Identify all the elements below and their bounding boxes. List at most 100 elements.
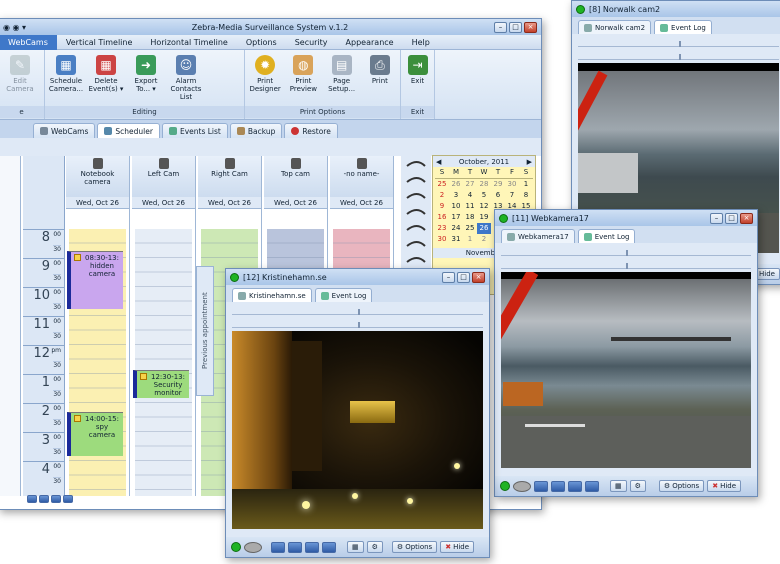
- kristinehamn-title-bar[interactable]: [12] Kristinehamn.se – □ ×: [226, 269, 489, 285]
- calendar-day[interactable]: 5: [477, 190, 491, 201]
- calendar-day[interactable]: 1: [519, 179, 533, 190]
- options-button[interactable]: ⚙ Options: [658, 480, 705, 492]
- calendar-day[interactable]: 26: [477, 223, 491, 234]
- norwalk-slider[interactable]: [578, 37, 779, 47]
- calendar-day[interactable]: 12: [477, 201, 491, 212]
- camera-header[interactable]: Top cam: [264, 156, 327, 197]
- calendar-day[interactable]: 27: [463, 179, 477, 190]
- webkamera17-title-bar[interactable]: [11] Webkamera17 – □ ×: [495, 210, 757, 226]
- joystick-icon[interactable]: [513, 480, 531, 492]
- camera-header[interactable]: Left Cam: [132, 156, 195, 197]
- calendar-day[interactable]: 19: [477, 212, 491, 223]
- grid-icon[interactable]: ▦: [347, 541, 364, 553]
- calendar-day[interactable]: 16: [435, 212, 449, 223]
- event-appointment[interactable]: 14:00-15: spy camera: [67, 412, 123, 456]
- calendar-day[interactable]: 3: [449, 190, 463, 201]
- grid-icon[interactable]: ▦: [610, 480, 627, 492]
- hide-button[interactable]: ✖ Hide: [440, 541, 475, 553]
- calendar-day[interactable]: 25: [463, 223, 477, 234]
- maximize-button[interactable]: □: [457, 271, 470, 283]
- menu-options[interactable]: Options: [237, 38, 286, 47]
- alarm-contacts-button[interactable]: ☺ Alarm Contacts List: [168, 52, 204, 106]
- main-title-bar[interactable]: ◉ ◉ ▾ Zebra-Media Surveillance System v.…: [0, 19, 541, 35]
- settings-icon[interactable]: ⚙: [366, 541, 383, 553]
- tab-restore[interactable]: Restore: [284, 123, 338, 138]
- control-right-button[interactable]: [322, 541, 336, 553]
- control-pause-button[interactable]: [305, 541, 319, 553]
- calendar-day[interactable]: 2: [435, 190, 449, 201]
- minimize-button[interactable]: –: [710, 212, 723, 224]
- calendar-day[interactable]: 31: [449, 234, 463, 245]
- previous-appointment-tab[interactable]: Previous appointment: [196, 266, 214, 396]
- print-button[interactable]: ⎙ Print: [363, 52, 397, 106]
- calendar-day[interactable]: 17: [449, 212, 463, 223]
- event-appointment[interactable]: 08:30-13: hidden camera: [67, 251, 123, 309]
- calendar-day[interactable]: 30: [505, 179, 519, 190]
- joystick-icon[interactable]: [244, 541, 262, 553]
- nav-next-button[interactable]: [51, 495, 61, 503]
- day-body[interactable]: [135, 229, 192, 496]
- schedule-camera-button[interactable]: ▦ Schedule Camera...: [48, 52, 84, 106]
- close-button[interactable]: ×: [472, 271, 485, 283]
- print-preview-button[interactable]: ◍ Print Preview: [286, 52, 320, 106]
- calendar-day[interactable]: 4: [463, 190, 477, 201]
- tab-norwalk-cam[interactable]: Norwalk cam2: [578, 20, 652, 34]
- tab-webcams[interactable]: WebCams: [33, 123, 96, 138]
- control-play-button[interactable]: [288, 541, 302, 553]
- kristinehamn-slider[interactable]: [232, 305, 483, 315]
- tab-event-log[interactable]: Event Log: [654, 20, 712, 34]
- menu-webcams[interactable]: WebCams: [0, 34, 57, 50]
- camera-header[interactable]: Right Cam: [198, 156, 261, 197]
- calendar-day[interactable]: 25: [435, 179, 449, 190]
- edit-camera-button[interactable]: ✎ Edit Camera: [2, 52, 38, 106]
- settings-icon[interactable]: ⚙: [629, 480, 646, 492]
- control-right-button[interactable]: [585, 480, 599, 492]
- menu-horizontal-timeline[interactable]: Horizontal Timeline: [141, 38, 236, 47]
- export-button[interactable]: ➜ Export To... ▾: [128, 52, 164, 106]
- control-pause-button[interactable]: [568, 480, 582, 492]
- control-left-button[interactable]: [534, 480, 548, 492]
- camera-header[interactable]: -no name-: [330, 156, 393, 197]
- calendar-day[interactable]: 9: [435, 201, 449, 212]
- close-button[interactable]: ×: [524, 21, 537, 33]
- menu-security[interactable]: Security: [286, 38, 337, 47]
- delete-events-button[interactable]: ▦ Delete Event(s) ▾: [88, 52, 124, 106]
- calendar-day[interactable]: 24: [449, 223, 463, 234]
- tab-scheduler[interactable]: Scheduler: [97, 123, 160, 138]
- close-button[interactable]: ×: [740, 212, 753, 224]
- webkamera17-slider-2[interactable]: [501, 259, 751, 269]
- hide-button[interactable]: ✖ Hide: [707, 480, 742, 492]
- calendar-day[interactable]: 30: [435, 234, 449, 245]
- nav-last-button[interactable]: [63, 495, 73, 503]
- norwalk-slider-2[interactable]: [578, 50, 779, 60]
- calendar-day[interactable]: 6: [491, 190, 505, 201]
- tab-event-log[interactable]: Event Log: [577, 229, 636, 243]
- tab-backup[interactable]: Backup: [229, 123, 283, 138]
- menu-vertical-timeline[interactable]: Vertical Timeline: [57, 38, 142, 47]
- webkamera17-slider[interactable]: [501, 246, 751, 256]
- minimize-button[interactable]: –: [494, 21, 507, 33]
- norwalk-title-bar[interactable]: [8] Norwalk cam2: [572, 1, 780, 17]
- calendar-day[interactable]: 23: [435, 223, 449, 234]
- calendar-day[interactable]: 26: [449, 179, 463, 190]
- calendar-day[interactable]: 18: [463, 212, 477, 223]
- menu-help[interactable]: Help: [403, 38, 439, 47]
- maximize-button[interactable]: □: [725, 212, 738, 224]
- page-setup-button[interactable]: ▤ Page Setup...: [325, 52, 359, 106]
- tab-webkamera17[interactable]: Webkamera17: [501, 229, 575, 243]
- control-left-button[interactable]: [271, 541, 285, 553]
- camera-header[interactable]: Notebook camera: [66, 156, 129, 197]
- control-play-button[interactable]: [551, 480, 565, 492]
- kristinehamn-slider-2[interactable]: [232, 318, 483, 328]
- nav-first-button[interactable]: [27, 495, 37, 503]
- calendar-day[interactable]: 7: [505, 190, 519, 201]
- calendar-day[interactable]: 29: [491, 179, 505, 190]
- event-appointment[interactable]: 12:30-13: Security monitor: [133, 370, 189, 398]
- print-designer-button[interactable]: ✹ Print Designer: [248, 52, 282, 106]
- calendar-day[interactable]: 28: [477, 179, 491, 190]
- tab-event-log[interactable]: Event Log: [314, 288, 373, 302]
- nav-prev-button[interactable]: [39, 495, 49, 503]
- tab-kristinehamn[interactable]: Kristinehamn.se: [232, 288, 312, 302]
- options-button[interactable]: ⚙ Options: [391, 541, 438, 553]
- tab-events-list[interactable]: Events List: [161, 123, 228, 138]
